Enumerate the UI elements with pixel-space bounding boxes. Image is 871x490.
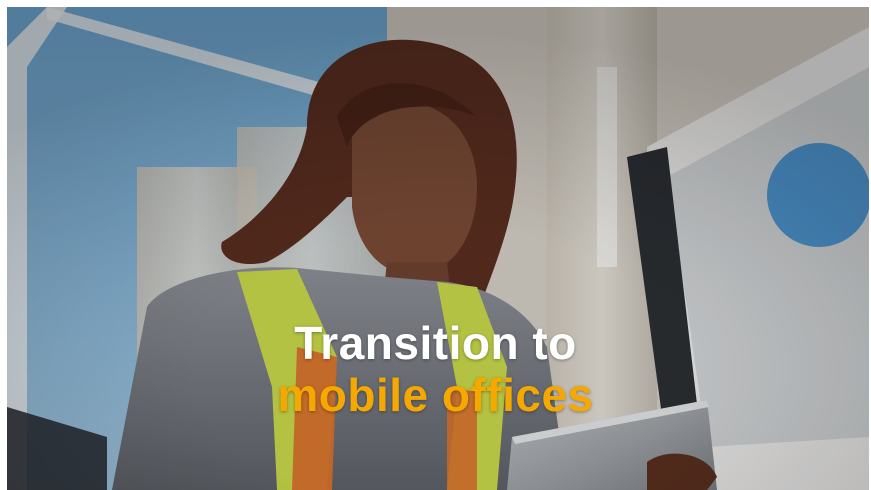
headline-line-2: mobile offices: [277, 369, 594, 421]
headline-line-1: Transition to: [294, 317, 577, 369]
hero-banner: Transition to mobile offices: [0, 0, 871, 490]
